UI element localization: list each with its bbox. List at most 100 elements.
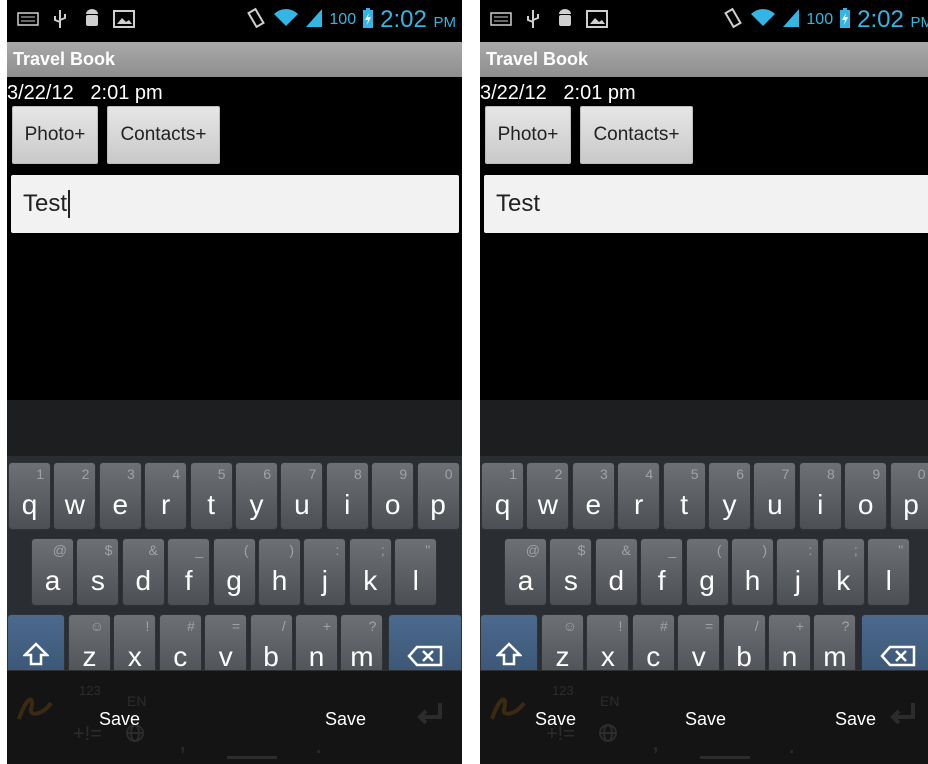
- key-t[interactable]: 5t: [189, 462, 233, 530]
- clock: 2:02 PM: [380, 6, 456, 33]
- space-key-ghost: [700, 743, 750, 764]
- save-button[interactable]: Save: [685, 709, 726, 730]
- key-i[interactable]: 8i: [798, 462, 842, 530]
- globe-icon: [598, 723, 618, 749]
- key-alt-label: 8: [827, 466, 835, 482]
- key-d[interactable]: & d: [594, 538, 638, 606]
- language-key-label: EN: [127, 693, 147, 709]
- key-main-label: u: [294, 489, 310, 520]
- key-alt-label: 8: [354, 466, 362, 482]
- key-l[interactable]: " l: [394, 538, 438, 606]
- save-button[interactable]: Save: [835, 709, 876, 730]
- key-a[interactable]: @ a: [504, 538, 547, 606]
- save-button[interactable]: Save: [535, 709, 576, 730]
- contacts-add-button[interactable]: Contacts+: [580, 106, 693, 164]
- key-q[interactable]: 1q: [8, 462, 51, 530]
- key-alt-label: &: [148, 542, 158, 558]
- key-k[interactable]: ; k: [821, 538, 865, 606]
- status-bar: 100 2:02 PM: [7, 0, 462, 42]
- key-h[interactable]: ) h: [731, 538, 774, 606]
- entry-text-field[interactable]: Test: [11, 175, 459, 233]
- key-main-label: v: [691, 641, 706, 672]
- key-g[interactable]: (g: [685, 538, 729, 606]
- title-bar: Travel Book: [7, 42, 462, 77]
- language-key-label: EN: [600, 693, 620, 709]
- key-main-label: z: [82, 641, 97, 672]
- key-u[interactable]: 7u: [280, 462, 324, 530]
- key-r[interactable]: 4r: [144, 462, 188, 530]
- enter-icon: [885, 701, 917, 735]
- key-main-label: q: [21, 489, 38, 520]
- key-g[interactable]: (g: [212, 538, 256, 606]
- key-main-label: t: [207, 489, 215, 520]
- key-u[interactable]: 7u: [753, 462, 797, 530]
- key-i[interactable]: 8i: [325, 462, 369, 530]
- key-s[interactable]: $ s: [549, 538, 593, 606]
- entry-date: 3/22/12: [480, 82, 547, 104]
- key-main-label: k: [836, 565, 851, 596]
- key-main-label: u: [767, 489, 783, 520]
- key-alt-label: !: [145, 618, 150, 634]
- key-f[interactable]: _ f: [167, 538, 211, 606]
- keyboard-suggestion-strip: [7, 400, 462, 456]
- photo-add-button[interactable]: Photo+: [12, 106, 98, 164]
- key-alt-label: 7: [781, 466, 790, 482]
- key-main-label: w: [537, 489, 558, 520]
- sym-key-label: 123: [79, 683, 101, 698]
- key-alt-label: 4: [172, 466, 181, 482]
- title-bar: Travel Book: [480, 42, 928, 77]
- key-r[interactable]: 4r: [617, 462, 661, 530]
- key-w[interactable]: 2w: [53, 462, 97, 530]
- key-k[interactable]: ; k: [348, 538, 392, 606]
- key-p[interactable]: 0p: [889, 462, 928, 530]
- key-s[interactable]: $ s: [76, 538, 120, 606]
- key-main-label: d: [608, 565, 625, 596]
- battery-percent: 100: [806, 11, 834, 28]
- key-o[interactable]: 9o: [371, 462, 415, 530]
- key-alt-label: 6: [736, 466, 744, 482]
- phone-screen-right: 100 2:02 PM Travel Book 3/22/12 2:01 pm …: [480, 0, 928, 764]
- photo-add-button[interactable]: Photo+: [485, 106, 571, 164]
- key-j[interactable]: :j: [303, 538, 347, 606]
- image-icon: [113, 8, 135, 30]
- key-q[interactable]: 1q: [481, 462, 524, 530]
- period-key-ghost: .: [788, 729, 796, 759]
- key-main-label: c: [646, 641, 661, 672]
- key-y[interactable]: 6y: [235, 462, 278, 530]
- key-alt-label: ☺: [89, 618, 104, 634]
- signal-icon: [782, 8, 800, 33]
- save-button[interactable]: Save: [325, 709, 366, 730]
- key-d[interactable]: & d: [121, 538, 165, 606]
- clock: 2:02 PM: [857, 6, 928, 33]
- usb-icon: [49, 8, 71, 30]
- key-l[interactable]: " l: [867, 538, 911, 606]
- key-h[interactable]: ) h: [258, 538, 301, 606]
- backspace-icon: [862, 645, 928, 673]
- key-f[interactable]: _ f: [640, 538, 684, 606]
- phone-screen-left: 100 2:02 PM Travel Book 3/22/12 2:01 pm …: [7, 0, 462, 764]
- key-a[interactable]: @ a: [31, 538, 74, 606]
- contacts-add-button[interactable]: Contacts+: [107, 106, 220, 164]
- key-main-label: m: [823, 641, 847, 672]
- key-main-label: a: [44, 565, 61, 596]
- key-main-label: y: [722, 489, 737, 520]
- save-button[interactable]: Save: [99, 709, 140, 730]
- key-alt-label: =: [232, 618, 241, 634]
- key-y[interactable]: 6y: [708, 462, 751, 530]
- key-j[interactable]: :j: [776, 538, 820, 606]
- key-alt-label: 3: [127, 466, 135, 482]
- key-e[interactable]: 3e: [98, 462, 142, 530]
- key-e[interactable]: 3e: [571, 462, 615, 530]
- key-main-label: c: [173, 641, 188, 672]
- key-alt-label: _: [195, 542, 204, 558]
- key-o[interactable]: 9o: [844, 462, 888, 530]
- android-debug-icon: [81, 8, 103, 30]
- key-p[interactable]: 0p: [416, 462, 460, 530]
- key-alt-label: 1: [509, 466, 517, 482]
- key-alt-label: @: [525, 542, 540, 558]
- key-alt-label: 9: [399, 466, 408, 482]
- key-t[interactable]: 5t: [662, 462, 706, 530]
- key-alt-label: 5: [217, 466, 226, 482]
- key-w[interactable]: 2w: [526, 462, 570, 530]
- entry-text-field[interactable]: Test: [484, 175, 928, 233]
